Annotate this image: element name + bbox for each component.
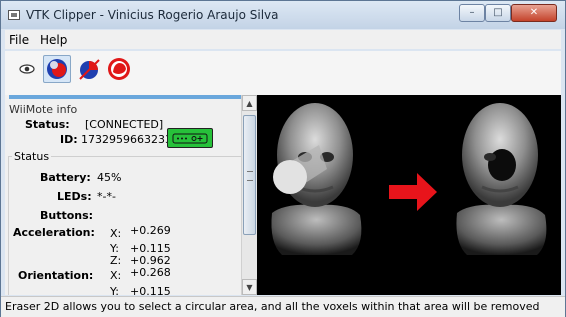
wiimote-panel: WiiMote info Status: [CONNECTED] ID: 173… (5, 95, 258, 295)
maximize-button[interactable]: □ (485, 4, 511, 22)
eraser-3d-button[interactable] (43, 55, 71, 83)
clip-plane-icon (79, 59, 100, 80)
scroll-thumb[interactable] (243, 115, 256, 235)
orient-x-value: +0.268 (130, 266, 171, 279)
panel-header-bar (9, 95, 253, 99)
status-value: [CONNECTED] (85, 118, 164, 131)
acceleration-label: Acceleration: (13, 226, 95, 239)
toolbar (5, 51, 561, 96)
app-icon (8, 10, 20, 20)
render-viewport[interactable] (257, 95, 561, 295)
volume-before (271, 103, 362, 255)
volume-after (456, 103, 547, 255)
leds-label: LEDs: (57, 190, 92, 203)
wiimote-group-title: WiiMote info (9, 103, 78, 116)
leds-value: *-*- (97, 190, 116, 203)
view-eye-button[interactable] (13, 55, 41, 83)
eraser-2d-icon (108, 58, 130, 80)
title-bar[interactable]: VTK Clipper - Vinicius Rogerio Araujo Si… (1, 1, 565, 29)
menu-bar: File Help (5, 30, 561, 49)
menu-help[interactable]: Help (40, 33, 67, 47)
status-bar: Eraser 2D allows you to select a circula… (1, 296, 565, 317)
wiimote-connect-button[interactable] (167, 128, 213, 148)
scroll-up-button[interactable]: ▲ (242, 95, 257, 111)
scroll-down-button[interactable]: ▼ (242, 279, 257, 295)
close-button[interactable]: ✕ (511, 4, 557, 22)
orient-x-label: X: (110, 269, 122, 282)
orientation-label: Orientation: (18, 269, 94, 282)
panel-scrollbar[interactable]: ▲ ▼ (241, 95, 257, 295)
battery-value: 45% (97, 171, 122, 184)
accel-x-value: +0.269 (130, 224, 171, 237)
status-label: Status: (25, 118, 70, 131)
eraser-3d-icon (47, 59, 67, 79)
red-arrow-icon (389, 173, 437, 211)
accel-z-label: Z: (110, 254, 122, 267)
viewport-render (271, 103, 547, 255)
clip-plane-button[interactable] (75, 55, 103, 83)
accel-x-label: X: (110, 227, 122, 240)
battery-label: Battery: (40, 171, 91, 184)
eraser-2d-button[interactable] (105, 55, 133, 83)
app-window: VTK Clipper - Vinicius Rogerio Araujo Si… (0, 0, 566, 317)
buttons-label: Buttons: (40, 209, 94, 222)
status-message: Eraser 2D allows you to select a circula… (5, 300, 540, 313)
minimize-button[interactable]: – (459, 4, 485, 22)
orient-y-label: Y: (110, 285, 119, 295)
thumb-grip-icon (247, 171, 253, 181)
wiimote-icon (172, 133, 208, 144)
window-title: VTK Clipper - Vinicius Rogerio Araujo Si… (26, 8, 279, 22)
menu-file[interactable]: File (9, 33, 29, 47)
eye-icon (19, 64, 35, 74)
orient-y-value: +0.115 (130, 285, 171, 295)
status-group-title: Status (12, 150, 52, 163)
id-label: ID: (60, 133, 78, 146)
